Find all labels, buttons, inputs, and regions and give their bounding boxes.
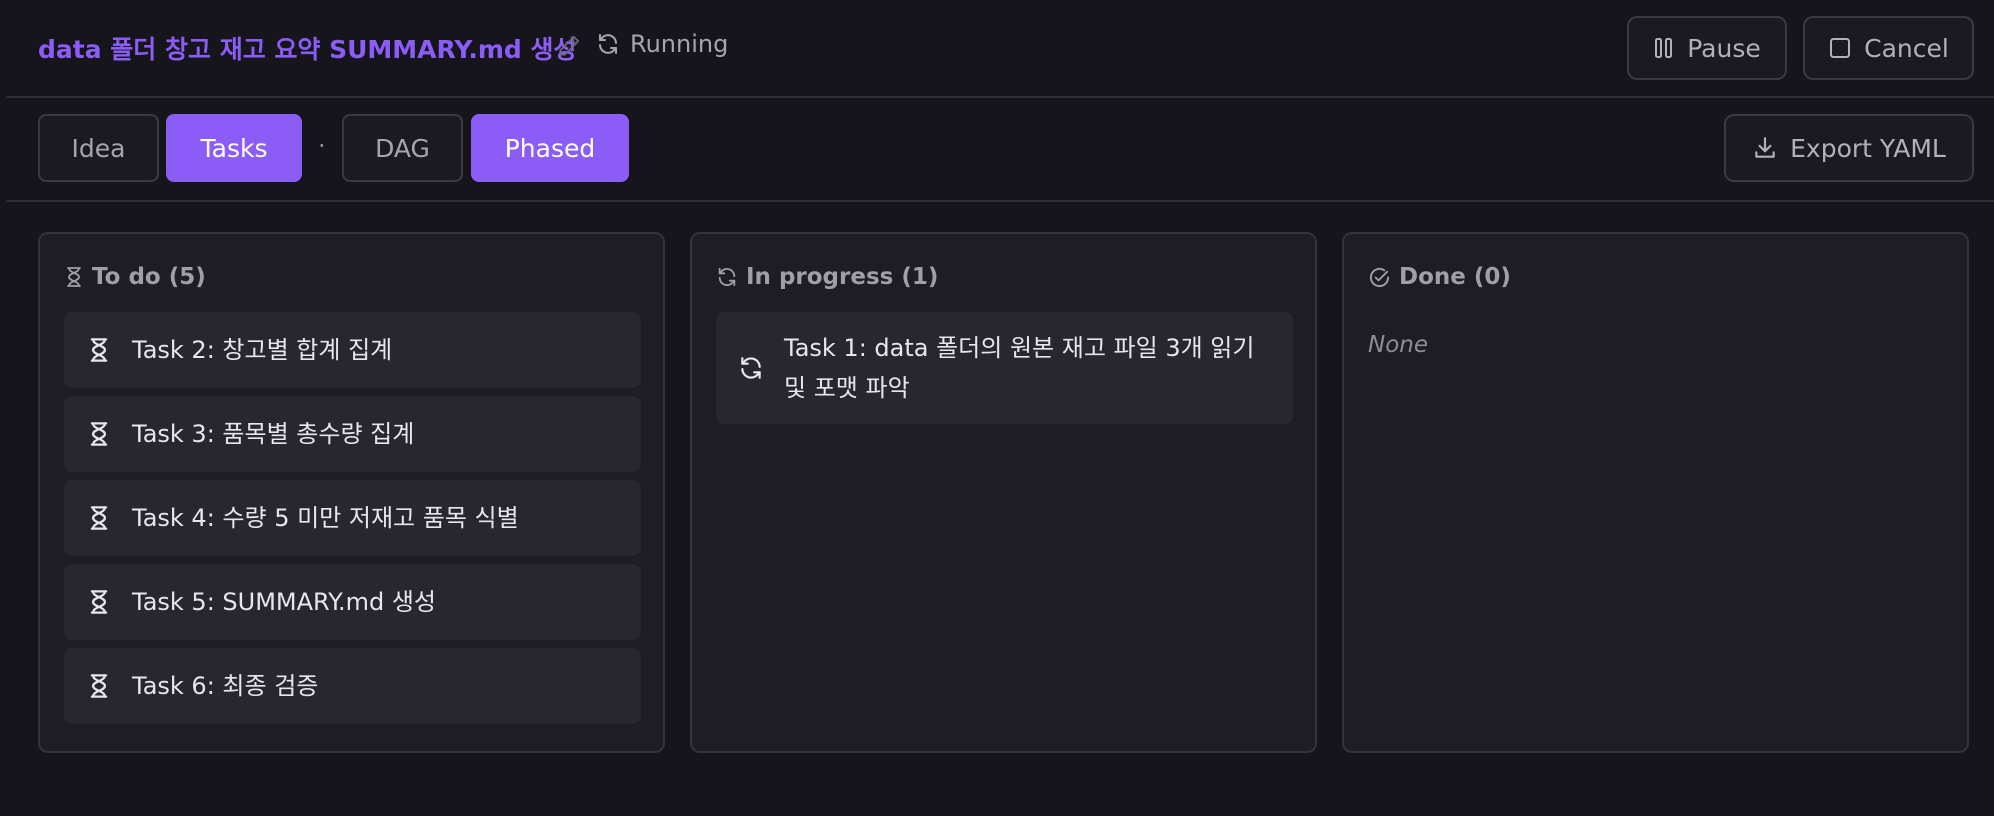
column-done: Done (0) None — [1342, 232, 1969, 753]
column-title: In progress (1) — [746, 264, 939, 290]
card-list: Task 1: data 폴더의 원본 재고 파일 3개 읽기 및 포맷 파악 — [716, 312, 1293, 432]
column-header: In progress (1) — [716, 264, 938, 290]
tab-separator: · — [318, 132, 326, 160]
column-in-progress: In progress (1) Task 1: data 폴더의 원본 재고 파… — [690, 232, 1317, 753]
tab-phased[interactable]: Phased — [471, 114, 629, 182]
header: data 폴더 창고 재고 요약 SUMMARY.md 생성 Running P… — [6, 0, 1994, 98]
app-window: data 폴더 창고 재고 요약 SUMMARY.md 생성 Running P… — [0, 0, 1994, 816]
refresh-icon — [738, 355, 764, 381]
task-title: Task 2: 창고별 합계 집계 — [132, 336, 393, 364]
status-text: Running — [630, 30, 729, 58]
task-title: Task 6: 최종 검증 — [132, 672, 319, 700]
export-label: Export YAML — [1790, 133, 1946, 163]
page-title: data 폴더 창고 재고 요약 SUMMARY.md 생성 — [38, 35, 577, 64]
refresh-icon — [716, 266, 738, 288]
column-header: To do (5) — [64, 264, 206, 290]
task-title: Task 5: SUMMARY.md 생성 — [132, 588, 437, 616]
card-list: Task 2: 창고별 합계 집계 Task 3: 품목별 총수량 집계 Tas… — [64, 312, 641, 732]
task-card[interactable]: Task 4: 수량 5 미만 저재고 품목 식별 — [64, 480, 641, 556]
hourglass-icon — [64, 266, 84, 288]
pause-label: Pause — [1687, 33, 1761, 63]
column-title: Done (0) — [1399, 264, 1511, 290]
tab-tasks[interactable]: Tasks — [166, 114, 302, 182]
export-yaml-button[interactable]: Export YAML — [1724, 114, 1974, 182]
task-card[interactable]: Task 1: data 폴더의 원본 재고 파일 3개 읽기 및 포맷 파악 — [716, 312, 1293, 424]
pause-icon — [1653, 36, 1675, 60]
task-card[interactable]: Task 6: 최종 검증 — [64, 648, 641, 724]
download-icon — [1752, 135, 1778, 161]
hourglass-icon — [86, 421, 112, 447]
hourglass-icon — [86, 673, 112, 699]
stop-square-icon — [1828, 36, 1852, 60]
task-card[interactable]: Task 5: SUMMARY.md 생성 — [64, 564, 641, 640]
hourglass-icon — [86, 589, 112, 615]
hourglass-icon — [86, 337, 112, 363]
refresh-icon — [596, 32, 620, 56]
empty-state-text: None — [1368, 332, 1429, 358]
task-card[interactable]: Task 3: 품목별 총수량 집계 — [64, 396, 641, 472]
task-card[interactable]: Task 2: 창고별 합계 집계 — [64, 312, 641, 388]
task-title: Task 4: 수량 5 미만 저재고 품목 식별 — [132, 504, 519, 532]
pencil-icon[interactable] — [556, 33, 582, 59]
tab-idea[interactable]: Idea — [38, 114, 159, 182]
view-tab-bar: Idea Tasks · DAG Phased Export YAML — [6, 98, 1994, 202]
column-todo: To do (5) Task 2: 창고별 합계 집계 Task 3: 품목별 … — [38, 232, 665, 753]
hourglass-icon — [86, 505, 112, 531]
task-title: Task 1: data 폴더의 원본 재고 파일 3개 읽기 및 포맷 파악 — [784, 334, 1255, 402]
tab-dag[interactable]: DAG — [342, 114, 463, 182]
cancel-button[interactable]: Cancel — [1803, 16, 1974, 80]
column-header: Done (0) — [1368, 264, 1511, 290]
column-title: To do (5) — [92, 264, 206, 290]
check-circle-icon — [1368, 266, 1391, 289]
cancel-label: Cancel — [1864, 33, 1949, 63]
status-indicator: Running — [596, 30, 728, 58]
task-title: Task 3: 품목별 총수량 집계 — [132, 420, 415, 448]
pause-button[interactable]: Pause — [1627, 16, 1787, 80]
